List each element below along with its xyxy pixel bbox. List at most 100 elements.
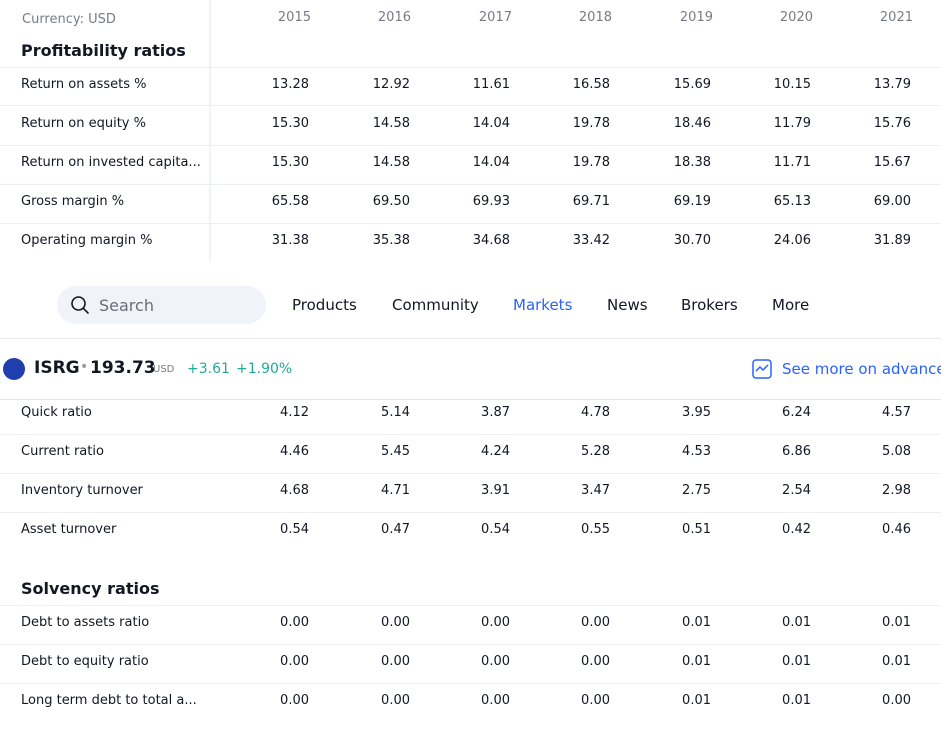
- value-cell: 16.58: [572, 77, 610, 92]
- row-label: Current ratio: [21, 444, 104, 459]
- currency-label: Currency: USD: [22, 12, 116, 27]
- value-cell: 3.47: [581, 483, 610, 498]
- ticker-symbol[interactable]: ISRG: [34, 358, 80, 378]
- year-header: 2015: [277, 10, 311, 25]
- value-cell: 0.55: [581, 522, 610, 537]
- value-cell: 5.08: [882, 444, 911, 459]
- value-cell: 0.01: [682, 615, 711, 630]
- value-cell: 6.24: [782, 405, 811, 420]
- value-cell: 3.91: [481, 483, 510, 498]
- value-cell: 0.01: [782, 693, 811, 708]
- value-cell: 65.58: [271, 194, 309, 209]
- value-cell: 3.87: [481, 405, 510, 420]
- row-label: Debt to equity ratio: [21, 654, 149, 669]
- row-label: Return on invested capita...: [21, 155, 201, 170]
- year-header: 2017: [478, 10, 512, 25]
- value-cell: 69.71: [572, 194, 610, 209]
- profitability-row: Return on invested capita... 15.30 14.58 14…: [0, 144, 941, 183]
- liquidity-row: Inventory turnover 4.68 4.71 3.91 3.47 2.75 2.…: [0, 472, 941, 511]
- year-header: 2020: [779, 10, 813, 25]
- value-cell: 4.68: [280, 483, 309, 498]
- value-cell: 0.01: [782, 654, 811, 669]
- row-divider: [0, 512, 941, 513]
- value-cell: 15.69: [673, 77, 711, 92]
- value-cell: 0.00: [381, 654, 410, 669]
- row-label: Inventory turnover: [21, 483, 143, 498]
- value-cell: 69.93: [472, 194, 510, 209]
- value-cell: 0.00: [581, 615, 610, 630]
- value-cell: 5.14: [381, 405, 410, 420]
- value-cell: 14.58: [372, 155, 410, 170]
- value-cell: 11.71: [773, 155, 811, 170]
- value-cell: 0.54: [481, 522, 510, 537]
- value-cell: 2.75: [682, 483, 711, 498]
- year-header: 2018: [578, 10, 612, 25]
- nav-community[interactable]: Community: [392, 296, 479, 314]
- liquidity-row: Quick ratio 4.12 5.14 3.87 4.78 3.95 6.24 4.57: [0, 394, 941, 433]
- see-more-link[interactable]: See more on advance: [782, 360, 941, 378]
- value-cell: 14.04: [472, 116, 510, 131]
- value-cell: 34.68: [472, 233, 510, 248]
- value-cell: 0.00: [381, 615, 410, 630]
- section-title-solvency: Solvency ratios: [21, 579, 160, 598]
- nav-products[interactable]: Products: [292, 296, 357, 314]
- value-cell: 0.42: [782, 522, 811, 537]
- value-cell: 0.01: [882, 654, 911, 669]
- value-cell: 33.42: [572, 233, 610, 248]
- value-cell: 69.19: [673, 194, 711, 209]
- value-cell: 0.01: [782, 615, 811, 630]
- value-cell: 0.00: [280, 693, 309, 708]
- row-label: Return on assets %: [21, 77, 147, 92]
- row-divider: [0, 683, 941, 684]
- value-cell: 4.24: [481, 444, 510, 459]
- value-cell: 4.78: [581, 405, 610, 420]
- row-divider: [0, 145, 941, 146]
- year-header: 2019: [679, 10, 713, 25]
- value-cell: 2.54: [782, 483, 811, 498]
- value-cell: 14.04: [472, 155, 510, 170]
- solvency-row: Long term debt to total a... 0.00 0.00 0.00…: [0, 682, 941, 721]
- row-divider: [0, 67, 941, 68]
- nav-more[interactable]: More: [772, 296, 809, 314]
- value-cell: 0.01: [682, 654, 711, 669]
- row-label: Return on equity %: [21, 116, 146, 131]
- nav-markets[interactable]: Markets: [513, 296, 572, 314]
- value-cell: 4.46: [280, 444, 309, 459]
- profitability-row: Return on equity % 15.30 14.58 14.04 19.78 18…: [0, 105, 941, 144]
- value-cell: 13.79: [873, 77, 911, 92]
- value-cell: 6.86: [782, 444, 811, 459]
- nav-news[interactable]: News: [607, 296, 648, 314]
- value-cell: 0.00: [381, 693, 410, 708]
- separator-dot: •: [80, 359, 89, 375]
- ticker-change-percent: +1.90%: [236, 361, 293, 377]
- value-cell: 14.58: [372, 116, 410, 131]
- row-divider: [0, 105, 941, 106]
- value-cell: 0.01: [882, 615, 911, 630]
- value-cell: 15.30: [271, 155, 309, 170]
- row-divider: [0, 184, 941, 185]
- value-cell: 30.70: [673, 233, 711, 248]
- value-cell: 69.50: [372, 194, 410, 209]
- value-cell: 0.00: [280, 615, 309, 630]
- value-cell: 0.00: [882, 693, 911, 708]
- solvency-row: Debt to equity ratio 0.00 0.00 0.00 0.00 0.01…: [0, 643, 941, 682]
- row-divider: [0, 223, 941, 224]
- value-cell: 0.51: [682, 522, 711, 537]
- value-cell: 11.61: [472, 77, 510, 92]
- section-title-profitability: Profitability ratios: [21, 41, 186, 60]
- value-cell: 4.53: [682, 444, 711, 459]
- search-placeholder[interactable]: Search: [99, 296, 154, 315]
- row-divider: [0, 473, 941, 474]
- search-box[interactable]: Search: [57, 286, 266, 324]
- value-cell: 5.28: [581, 444, 610, 459]
- value-cell: 0.46: [882, 522, 911, 537]
- nav-brokers[interactable]: Brokers: [681, 296, 738, 314]
- liquidity-row: Asset turnover 0.54 0.47 0.54 0.55 0.51 0.42 0.…: [0, 511, 941, 550]
- year-header: 2021: [879, 10, 913, 25]
- value-cell: 0.00: [481, 615, 510, 630]
- profitability-row: Return on assets % 13.28 12.92 11.61 16.58 15…: [0, 66, 941, 105]
- value-cell: 0.00: [481, 693, 510, 708]
- chart-icon[interactable]: [752, 359, 772, 379]
- value-cell: 0.54: [280, 522, 309, 537]
- value-cell: 0.00: [581, 654, 610, 669]
